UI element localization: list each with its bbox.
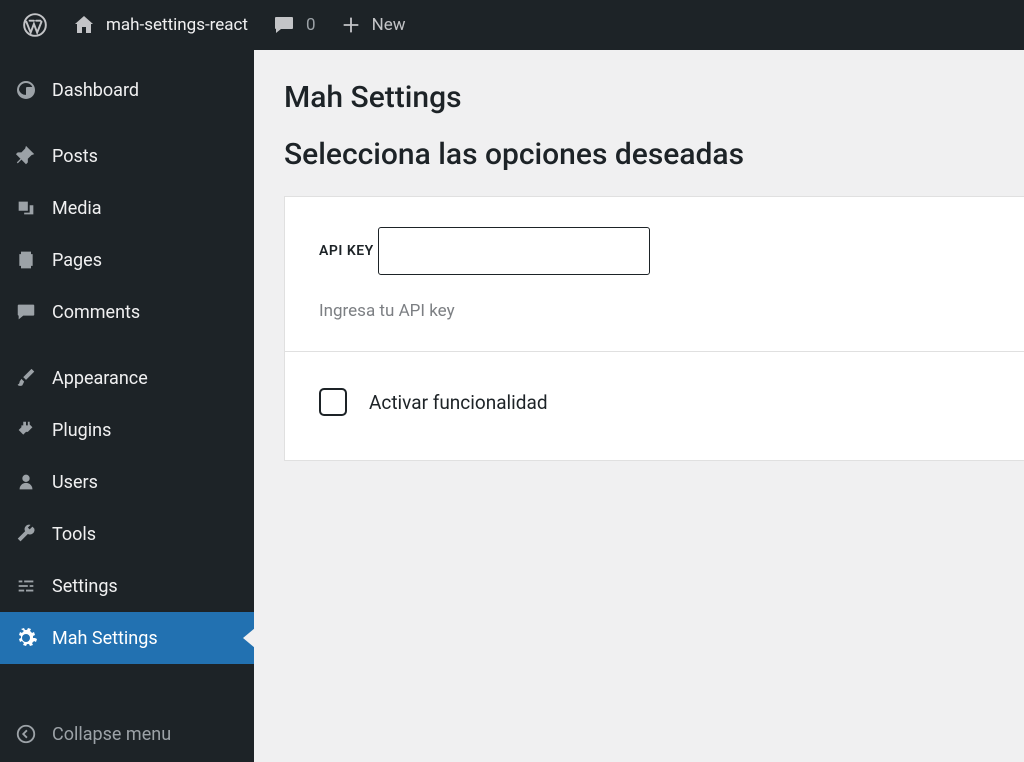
comments-icon — [14, 300, 38, 324]
site-home-link[interactable]: mah-settings-react — [60, 0, 260, 50]
pages-icon — [14, 248, 38, 272]
sidebar-item-plugins[interactable]: Plugins — [0, 404, 254, 456]
plus-icon — [340, 14, 362, 36]
sidebar-item-users[interactable]: Users — [0, 456, 254, 508]
gear-icon — [14, 626, 38, 650]
sidebar-item-tools[interactable]: Tools — [0, 508, 254, 560]
sidebar-item-label: Settings — [52, 576, 118, 597]
sidebar-item-mah-settings[interactable]: Mah Settings — [0, 612, 254, 664]
toggle-row: Activar funcionalidad — [285, 352, 1024, 460]
plug-icon — [14, 418, 38, 442]
sidebar-item-label: Dashboard — [52, 80, 139, 101]
collapse-icon — [14, 722, 38, 746]
comments-link[interactable]: 0 — [260, 0, 328, 50]
brush-icon — [14, 366, 38, 390]
admin-sidebar: Dashboard Posts Media Pages Commen — [0, 50, 254, 762]
wordpress-icon — [22, 12, 48, 38]
api-key-help: Ingresa tu API key — [319, 301, 990, 321]
api-key-row: API KEY Ingresa tu API key — [285, 197, 1024, 352]
sidebar-item-dashboard[interactable]: Dashboard — [0, 64, 254, 116]
sidebar-item-pages[interactable]: Pages — [0, 234, 254, 286]
sidebar-item-label: Comments — [52, 302, 140, 323]
sidebar-item-media[interactable]: Media — [0, 182, 254, 234]
collapse-menu-button[interactable]: Collapse menu — [0, 706, 254, 762]
sidebar-item-label: Media — [52, 198, 102, 219]
sidebar-item-label: Users — [52, 472, 98, 493]
sliders-icon — [14, 574, 38, 598]
page-content: Mah Settings Selecciona las opciones des… — [254, 50, 1024, 762]
wp-logo-link[interactable] — [10, 0, 60, 50]
media-icon — [14, 196, 38, 220]
sidebar-item-label: Posts — [52, 146, 98, 167]
toggle-checkbox[interactable] — [319, 388, 347, 416]
sidebar-item-appearance[interactable]: Appearance — [0, 352, 254, 404]
new-content-link[interactable]: New — [328, 0, 418, 50]
sidebar-item-posts[interactable]: Posts — [0, 130, 254, 182]
toggle-label: Activar funcionalidad — [369, 391, 548, 414]
settings-panel: API KEY Ingresa tu API key Activar funci… — [284, 196, 1024, 461]
sidebar-item-settings[interactable]: Settings — [0, 560, 254, 612]
comment-bubble-icon — [272, 13, 296, 37]
api-key-input[interactable] — [378, 227, 650, 275]
sidebar-item-label: Tools — [52, 524, 96, 545]
page-subtitle: Selecciona las opciones deseadas — [284, 137, 1024, 172]
pin-icon — [14, 144, 38, 168]
comments-count: 0 — [306, 15, 316, 35]
wrench-icon — [14, 522, 38, 546]
admin-bar: mah-settings-react 0 New — [0, 0, 1024, 50]
sidebar-item-label: Mah Settings — [52, 628, 158, 649]
site-name: mah-settings-react — [106, 15, 248, 35]
sidebar-item-comments[interactable]: Comments — [0, 286, 254, 338]
api-key-label: API KEY — [319, 243, 374, 259]
sidebar-item-label: Pages — [52, 250, 102, 271]
new-label: New — [372, 15, 406, 35]
user-icon — [14, 470, 38, 494]
sidebar-item-label: Plugins — [52, 420, 111, 441]
sidebar-item-label: Appearance — [52, 368, 148, 389]
dashboard-icon — [14, 78, 38, 102]
page-title: Mah Settings — [284, 80, 1024, 115]
home-icon — [72, 13, 96, 37]
collapse-label: Collapse menu — [52, 724, 171, 745]
